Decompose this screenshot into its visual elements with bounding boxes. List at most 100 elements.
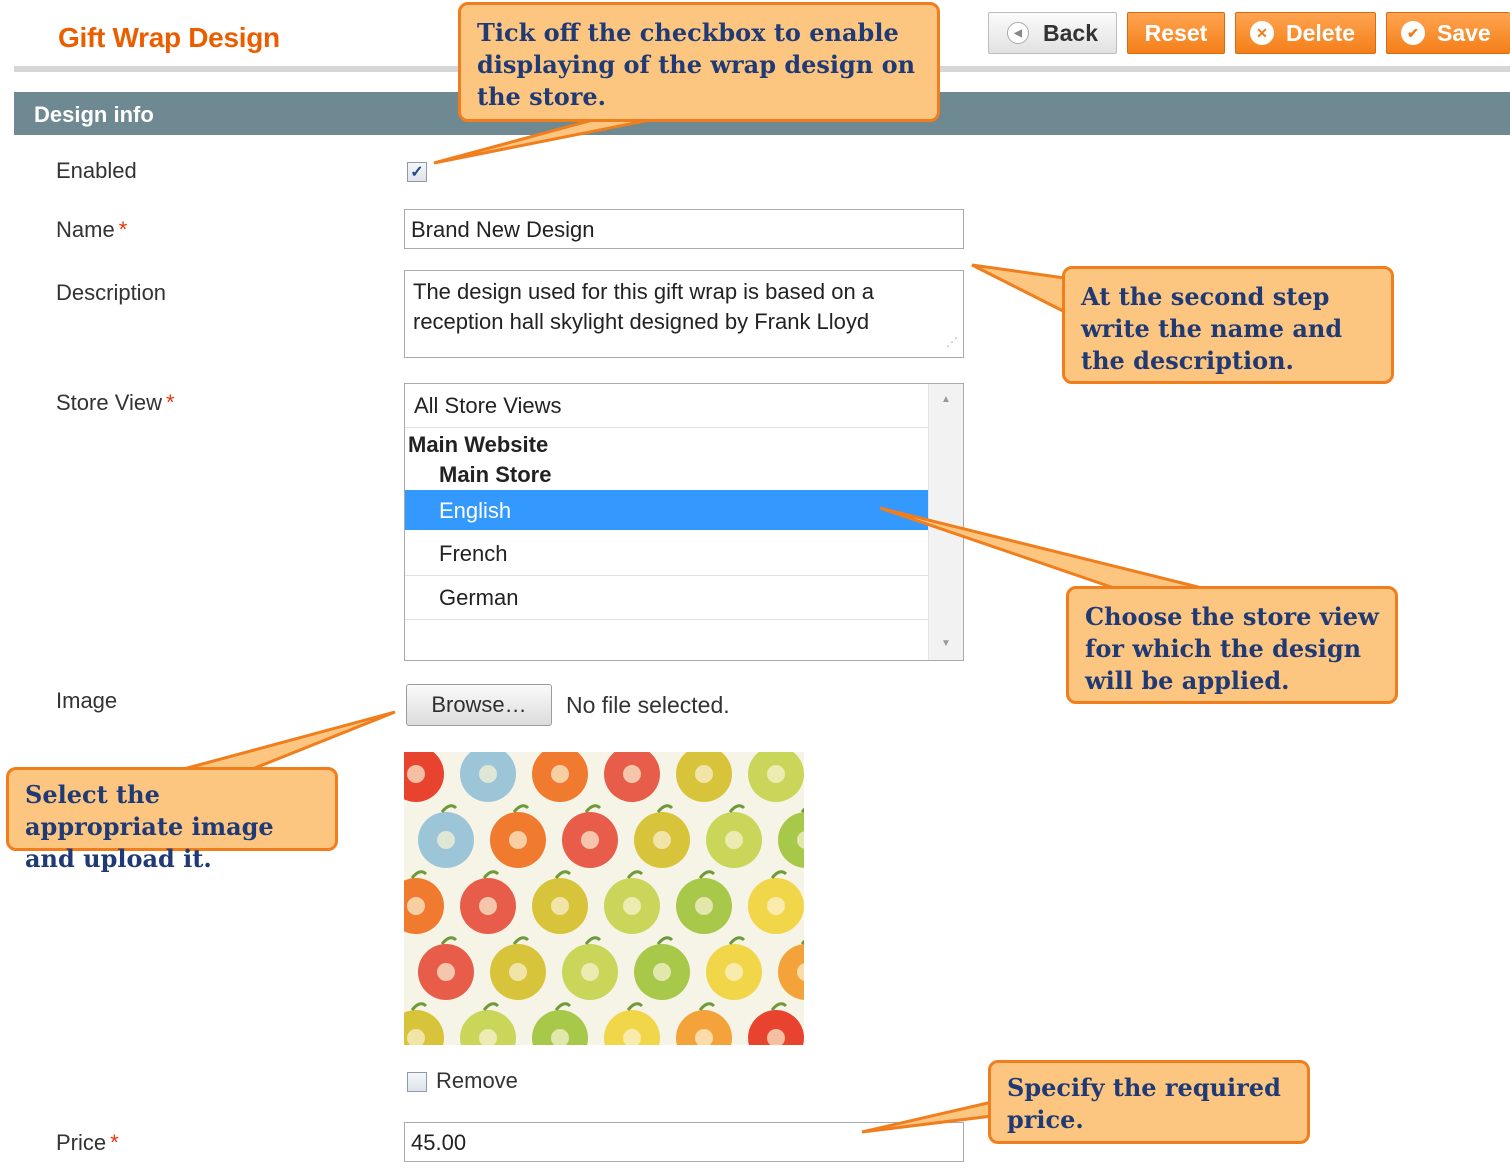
back-button-label: Back [1043, 19, 1098, 46]
apple-stem [698, 870, 716, 879]
image-label: Image [56, 688, 118, 713]
apple-stem [584, 936, 602, 945]
name-label-text: Name [56, 217, 115, 242]
apple-stem [728, 804, 746, 813]
callout-enable-tip: Tick off the checkbox to enable displayi… [458, 2, 940, 122]
apple-motif-core [509, 963, 527, 981]
reset-button-label: Reset [1144, 19, 1208, 46]
apple-pattern-thumbnail [404, 752, 804, 1045]
price-label: Price * [56, 1130, 119, 1156]
apple-stem [626, 1002, 644, 1011]
apple-motif-core [551, 897, 569, 915]
callout-pointer-image [179, 710, 396, 772]
resize-grip-icon[interactable]: ⋰ [946, 327, 959, 357]
apple-stem [554, 1002, 572, 1011]
apple-motif-core [581, 831, 599, 849]
remove-image-checkbox[interactable] [407, 1072, 427, 1092]
apple-stem [656, 804, 674, 813]
apple-motif-core [551, 765, 569, 783]
checkmark-icon: ✓ [410, 164, 424, 181]
callout-store-view-tip: Choose the store view for which the desi… [1066, 586, 1398, 704]
store-view-group-store: Main Store [439, 462, 552, 487]
enabled-label: Enabled [56, 158, 137, 183]
price-label-text: Price [56, 1130, 107, 1155]
description-line: The design used for this gift wrap is ba… [413, 279, 875, 304]
section-title: Design info [34, 102, 154, 127]
store-view-group-website: Main Website [408, 432, 549, 457]
apple-stem [800, 807, 804, 813]
description-label: Description [56, 280, 167, 305]
apple-stem [440, 804, 458, 813]
apple-stem [770, 870, 788, 879]
apple-stem [626, 870, 644, 879]
wrap-design-image [404, 752, 804, 1045]
apple-motif-core [479, 765, 497, 783]
description-line: reception hall skylight designed by Fran… [413, 309, 870, 334]
save-button-label: Save [1437, 19, 1491, 46]
back-button[interactable]: ◀ Back [988, 12, 1117, 54]
enabled-checkbox[interactable]: ✓ [407, 162, 427, 182]
store-view-option-german[interactable]: German [405, 576, 929, 620]
required-mark: * [110, 1130, 119, 1155]
price-input[interactable]: 45.00 [404, 1122, 964, 1162]
listbox-scrollbar[interactable]: ▲ ▼ [928, 384, 963, 660]
apple-stem [482, 870, 500, 879]
apple-stem [656, 936, 674, 945]
required-mark: * [118, 217, 128, 242]
apple-motif-core [767, 897, 785, 915]
apple-stem [440, 936, 458, 945]
apple-motif-core [407, 897, 425, 915]
delete-button[interactable]: ✕ Delete [1235, 12, 1376, 54]
store-view-option-all[interactable]: All Store Views [405, 384, 929, 428]
store-view-listbox[interactable]: All Store Views Main Website Main Store … [404, 383, 964, 661]
apple-motif-core [695, 897, 713, 915]
apple-stem [770, 1002, 788, 1011]
scroll-down-icon[interactable]: ▼ [929, 638, 963, 649]
store-view-label: Store View * [56, 390, 175, 416]
apple-stem [698, 1002, 716, 1011]
apple-motif-core [767, 765, 785, 783]
callout-image-tip: Select the appropriate image and upload … [6, 767, 338, 873]
apple-motif-core [437, 963, 455, 981]
save-check-icon: ✔ [1401, 21, 1425, 45]
store-view-label-text: Store View [56, 390, 162, 415]
apple-stem [512, 804, 530, 813]
apple-motif-core [581, 963, 599, 981]
scroll-up-icon[interactable]: ▲ [929, 394, 963, 405]
apple-motif-core [725, 963, 743, 981]
page-title: Gift Wrap Design [58, 22, 280, 53]
name-label: Name * [56, 217, 127, 243]
apple-motif-core [479, 897, 497, 915]
apple-stem [554, 870, 572, 879]
delete-x-icon: ✕ [1250, 21, 1274, 45]
apple-stem [728, 936, 746, 945]
apple-motif-core [695, 765, 713, 783]
delete-button-label: Delete [1286, 19, 1356, 46]
callout-pointer-description [971, 263, 1067, 315]
apple-stem [410, 1002, 428, 1011]
store-view-option-french[interactable]: French [405, 532, 929, 576]
apple-motif-core [437, 831, 455, 849]
back-arrow-icon: ◀ [1007, 22, 1029, 44]
description-textarea[interactable]: The design used for this gift wrap is ba… [404, 270, 964, 358]
remove-label: Remove [436, 1068, 518, 1093]
apple-motif-core [653, 831, 671, 849]
store-view-option-english[interactable]: English [405, 490, 929, 530]
apple-motif-core [509, 831, 527, 849]
apple-stem [410, 870, 428, 879]
callout-price-tip: Specify the required price. [988, 1060, 1310, 1144]
browse-button[interactable]: Browse… [406, 684, 552, 726]
apple-motif-core [623, 765, 641, 783]
apple-motif-core [623, 897, 641, 915]
required-mark: * [165, 390, 175, 415]
apple-stem [800, 939, 804, 945]
apple-motif-core [653, 963, 671, 981]
apple-stem [584, 804, 602, 813]
save-button[interactable]: ✔ Save [1386, 12, 1510, 54]
apple-motif-core [725, 831, 743, 849]
name-input[interactable]: Brand New Design [404, 209, 964, 249]
file-status: No file selected. [566, 692, 730, 718]
reset-button[interactable]: Reset [1127, 12, 1225, 54]
callout-name-description-tip: At the second step write the name and th… [1062, 266, 1394, 384]
apple-stem [512, 936, 530, 945]
